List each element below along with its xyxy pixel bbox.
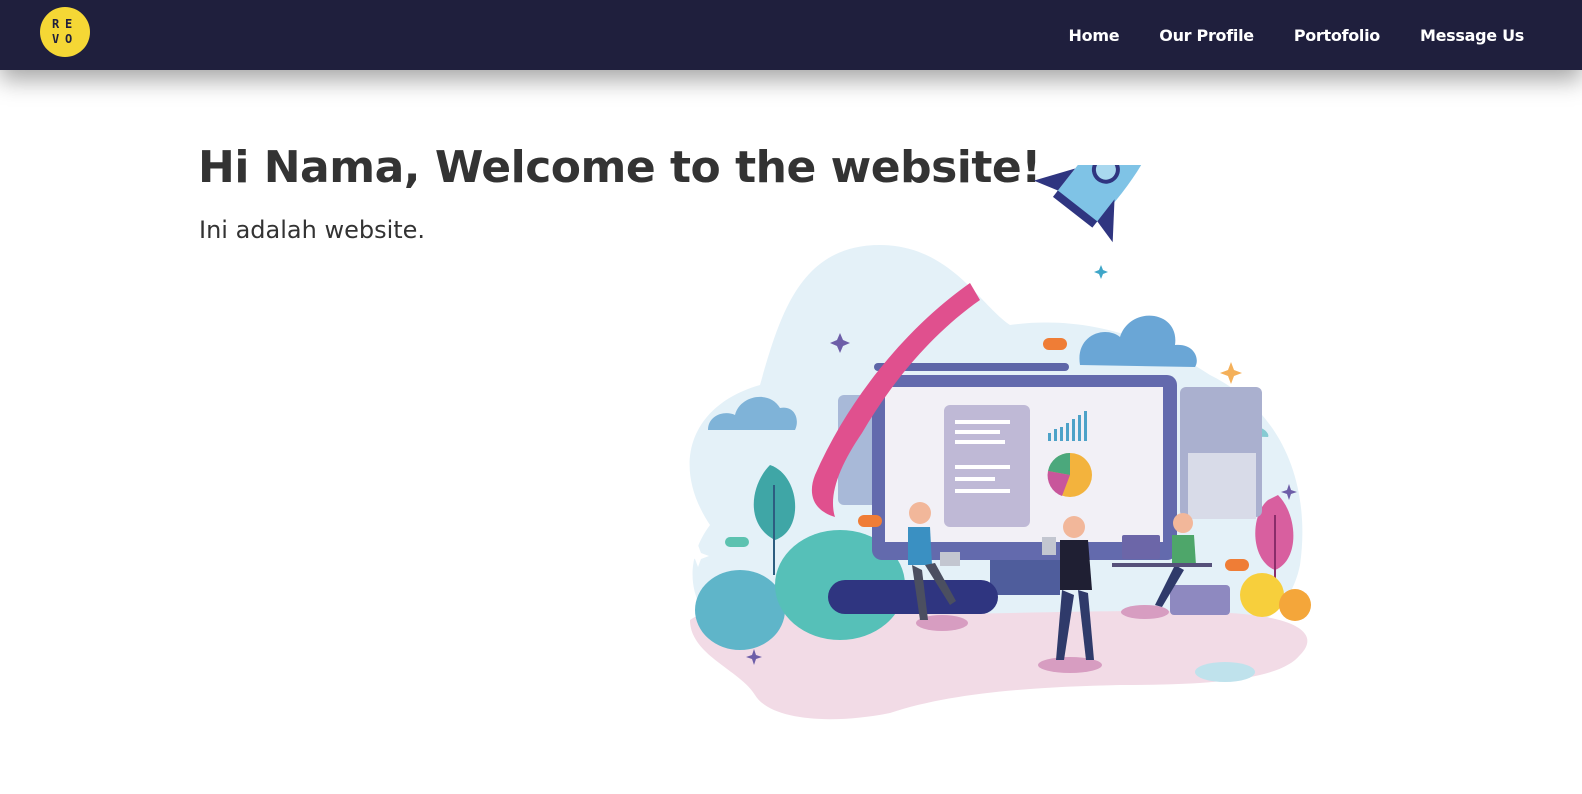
logo-letter-o: O: [65, 32, 73, 46]
rocket-icon: [1033, 165, 1159, 243]
nav-our-profile-link[interactable]: Our Profile: [1159, 26, 1254, 45]
nav-portofolio-link[interactable]: Portofolio: [1294, 26, 1380, 45]
nav-home-link[interactable]: Home: [1069, 26, 1120, 45]
logo[interactable]: R E V O: [40, 7, 90, 57]
logo-letter-v: V: [52, 32, 60, 46]
main-nav: Home Our Profile Portofolio Message Us: [1069, 0, 1525, 70]
logo-letter-r: R: [52, 17, 60, 31]
hero-illustration: [687, 165, 1311, 720]
navbar: R E V O Home Our Profile Portofolio Mess…: [0, 0, 1582, 70]
hero-subtitle: Ini adalah website.: [199, 216, 426, 244]
nav-message-us-link[interactable]: Message Us: [1420, 26, 1524, 45]
logo-letter-e: E: [65, 17, 73, 31]
